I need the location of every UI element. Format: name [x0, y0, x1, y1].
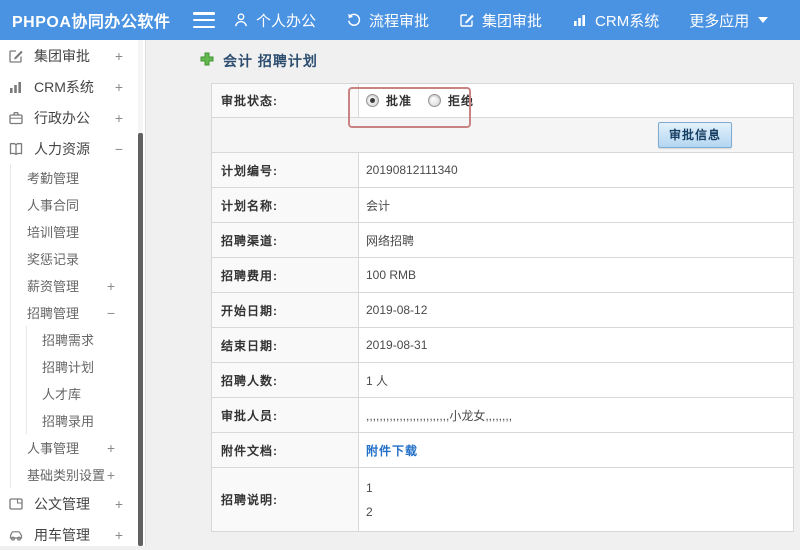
table-row: 计划名称: 会计	[212, 188, 793, 223]
top-nav-menu: 个人办公 流程审批 集团审批 CRM系统 更多应用	[233, 10, 798, 31]
table-row: 结束日期: 2019-08-31	[212, 328, 793, 363]
document-icon	[8, 496, 24, 512]
sidebar-item-rewards[interactable]: 奖惩记录	[11, 245, 145, 272]
table-row: 招聘费用: 100 RMB	[212, 258, 793, 293]
field-label: 审批人员:	[212, 398, 359, 432]
field-value: ,,,,,,,,,,,,,,,,,,,,,,,,,小龙女,,,,,,,,	[359, 398, 793, 432]
user-icon	[233, 12, 249, 28]
nav-more-apps[interactable]: 更多应用	[689, 10, 768, 31]
recruitment-submenu: 招聘需求 招聘计划 人才库 招聘录用	[26, 326, 145, 434]
edit-icon	[459, 12, 475, 28]
briefcase-icon	[8, 110, 24, 126]
sidebar-item-recruitment[interactable]: 招聘管理 −	[11, 299, 145, 326]
field-value: 20190812111340	[359, 153, 793, 187]
sidebar-item-base-category[interactable]: 基础类别设置 +	[11, 461, 145, 488]
page-title: 会计 招聘计划	[223, 51, 318, 71]
field-label: 审批状态:	[212, 84, 359, 117]
breadcrumb: 会计 招聘计划	[200, 51, 318, 71]
sidebar-item-admin-office[interactable]: 行政办公 +	[0, 102, 145, 133]
radio-approve[interactable]	[366, 94, 379, 107]
field-label: 附件文档:	[212, 433, 359, 467]
sidebar-item-talent-pool[interactable]: 人才库	[27, 380, 145, 407]
sidebar-item-documents[interactable]: 公文管理 +	[0, 488, 145, 519]
field-label: 招聘费用:	[212, 258, 359, 292]
nav-group-approval[interactable]: 集团审批	[459, 10, 542, 31]
field-label: 招聘人数:	[212, 363, 359, 397]
field-label: 招聘渠道:	[212, 223, 359, 257]
approval-info-button[interactable]: 审批信息	[658, 122, 732, 148]
field-label: 开始日期:	[212, 293, 359, 327]
field-value: 会计	[359, 188, 793, 222]
field-value: 网络招聘	[359, 223, 793, 257]
description-line: 2	[366, 505, 373, 519]
description-row: 招聘说明: 1 2	[212, 468, 793, 532]
nav-workflow-approval[interactable]: 流程审批	[346, 10, 429, 31]
approval-form: 审批状态: 批准 拒绝 审批信息 计划编号: 20190812111340 计划…	[211, 83, 794, 532]
nav-crm-system[interactable]: CRM系统	[572, 10, 659, 31]
sidebar-item-hr[interactable]: 人力资源 −	[0, 133, 145, 164]
top-navbar: PHPOA协同办公软件 个人办公 流程审批 集团审批 CRM系统 更多应用	[0, 0, 800, 40]
field-value: 100 RMB	[359, 258, 793, 292]
history-icon	[346, 12, 362, 28]
sidebar-scrollbar[interactable]	[138, 40, 143, 546]
table-row: 审批人员: ,,,,,,,,,,,,,,,,,,,,,,,,,小龙女,,,,,,…	[212, 398, 793, 433]
field-label: 结束日期:	[212, 328, 359, 362]
sidebar-item-recruit-hire[interactable]: 招聘录用	[27, 407, 145, 434]
bar-chart-icon	[572, 12, 588, 28]
field-label: 计划编号:	[212, 153, 359, 187]
field-value: 2019-08-31	[359, 328, 793, 362]
nav-personal-office[interactable]: 个人办公	[233, 10, 316, 31]
sidebar-item-vehicle[interactable]: 用车管理 +	[0, 519, 145, 550]
status-row: 审批状态: 批准 拒绝	[212, 84, 793, 118]
radio-reject-label[interactable]: 拒绝	[448, 92, 474, 109]
sidebar-item-attendance[interactable]: 考勤管理	[11, 164, 145, 191]
table-row: 计划编号: 20190812111340	[212, 153, 793, 188]
radio-reject[interactable]	[428, 94, 441, 107]
book-icon	[8, 141, 24, 157]
edit-icon	[8, 48, 24, 64]
scrollbar-thumb[interactable]	[138, 133, 143, 546]
radio-approve-label[interactable]: 批准	[386, 92, 412, 109]
field-label: 招聘说明:	[212, 468, 359, 531]
hr-submenu: 考勤管理 人事合同 培训管理 奖惩记录 薪资管理 + 招聘管理 − 招聘需求 招…	[10, 164, 145, 488]
field-value: 1 人	[359, 363, 793, 397]
sidebar-item-hr-contract[interactable]: 人事合同	[11, 191, 145, 218]
caret-down-icon	[758, 17, 768, 23]
sidebar: 集团审批 + CRM系统 + 行政办公 + 人力资源 − 考勤管理 人事合同 培…	[0, 40, 146, 546]
status-radios: 批准 拒绝	[359, 84, 793, 117]
sidebar-item-personnel[interactable]: 人事管理 +	[11, 434, 145, 461]
sidebar-item-group-approval[interactable]: 集团审批 +	[0, 40, 145, 71]
table-row: 招聘人数: 1 人	[212, 363, 793, 398]
car-icon	[8, 527, 24, 543]
description-line: 1	[366, 481, 373, 495]
app-title: PHPOA协同办公软件	[0, 8, 193, 32]
sidebar-item-training[interactable]: 培训管理	[11, 218, 145, 245]
table-row: 开始日期: 2019-08-12	[212, 293, 793, 328]
field-value: 2019-08-12	[359, 293, 793, 327]
sidebar-item-salary[interactable]: 薪资管理 +	[11, 272, 145, 299]
menu-toggle-icon[interactable]	[193, 12, 215, 28]
sidebar-item-recruit-demand[interactable]: 招聘需求	[27, 326, 145, 353]
attachment-download-link[interactable]: 附件下载	[366, 442, 418, 459]
button-row: 审批信息	[212, 118, 793, 153]
main-content: 会计 招聘计划 审批状态: 批准 拒绝 审批信息 计划编号: 201908121…	[147, 40, 800, 546]
add-icon	[200, 52, 214, 71]
field-label: 计划名称:	[212, 188, 359, 222]
attachment-row: 附件文档: 附件下载	[212, 433, 793, 468]
sidebar-item-crm[interactable]: CRM系统 +	[0, 71, 145, 102]
bar-chart-icon	[8, 79, 24, 95]
sidebar-item-recruit-plan[interactable]: 招聘计划	[27, 353, 145, 380]
table-row: 招聘渠道: 网络招聘	[212, 223, 793, 258]
